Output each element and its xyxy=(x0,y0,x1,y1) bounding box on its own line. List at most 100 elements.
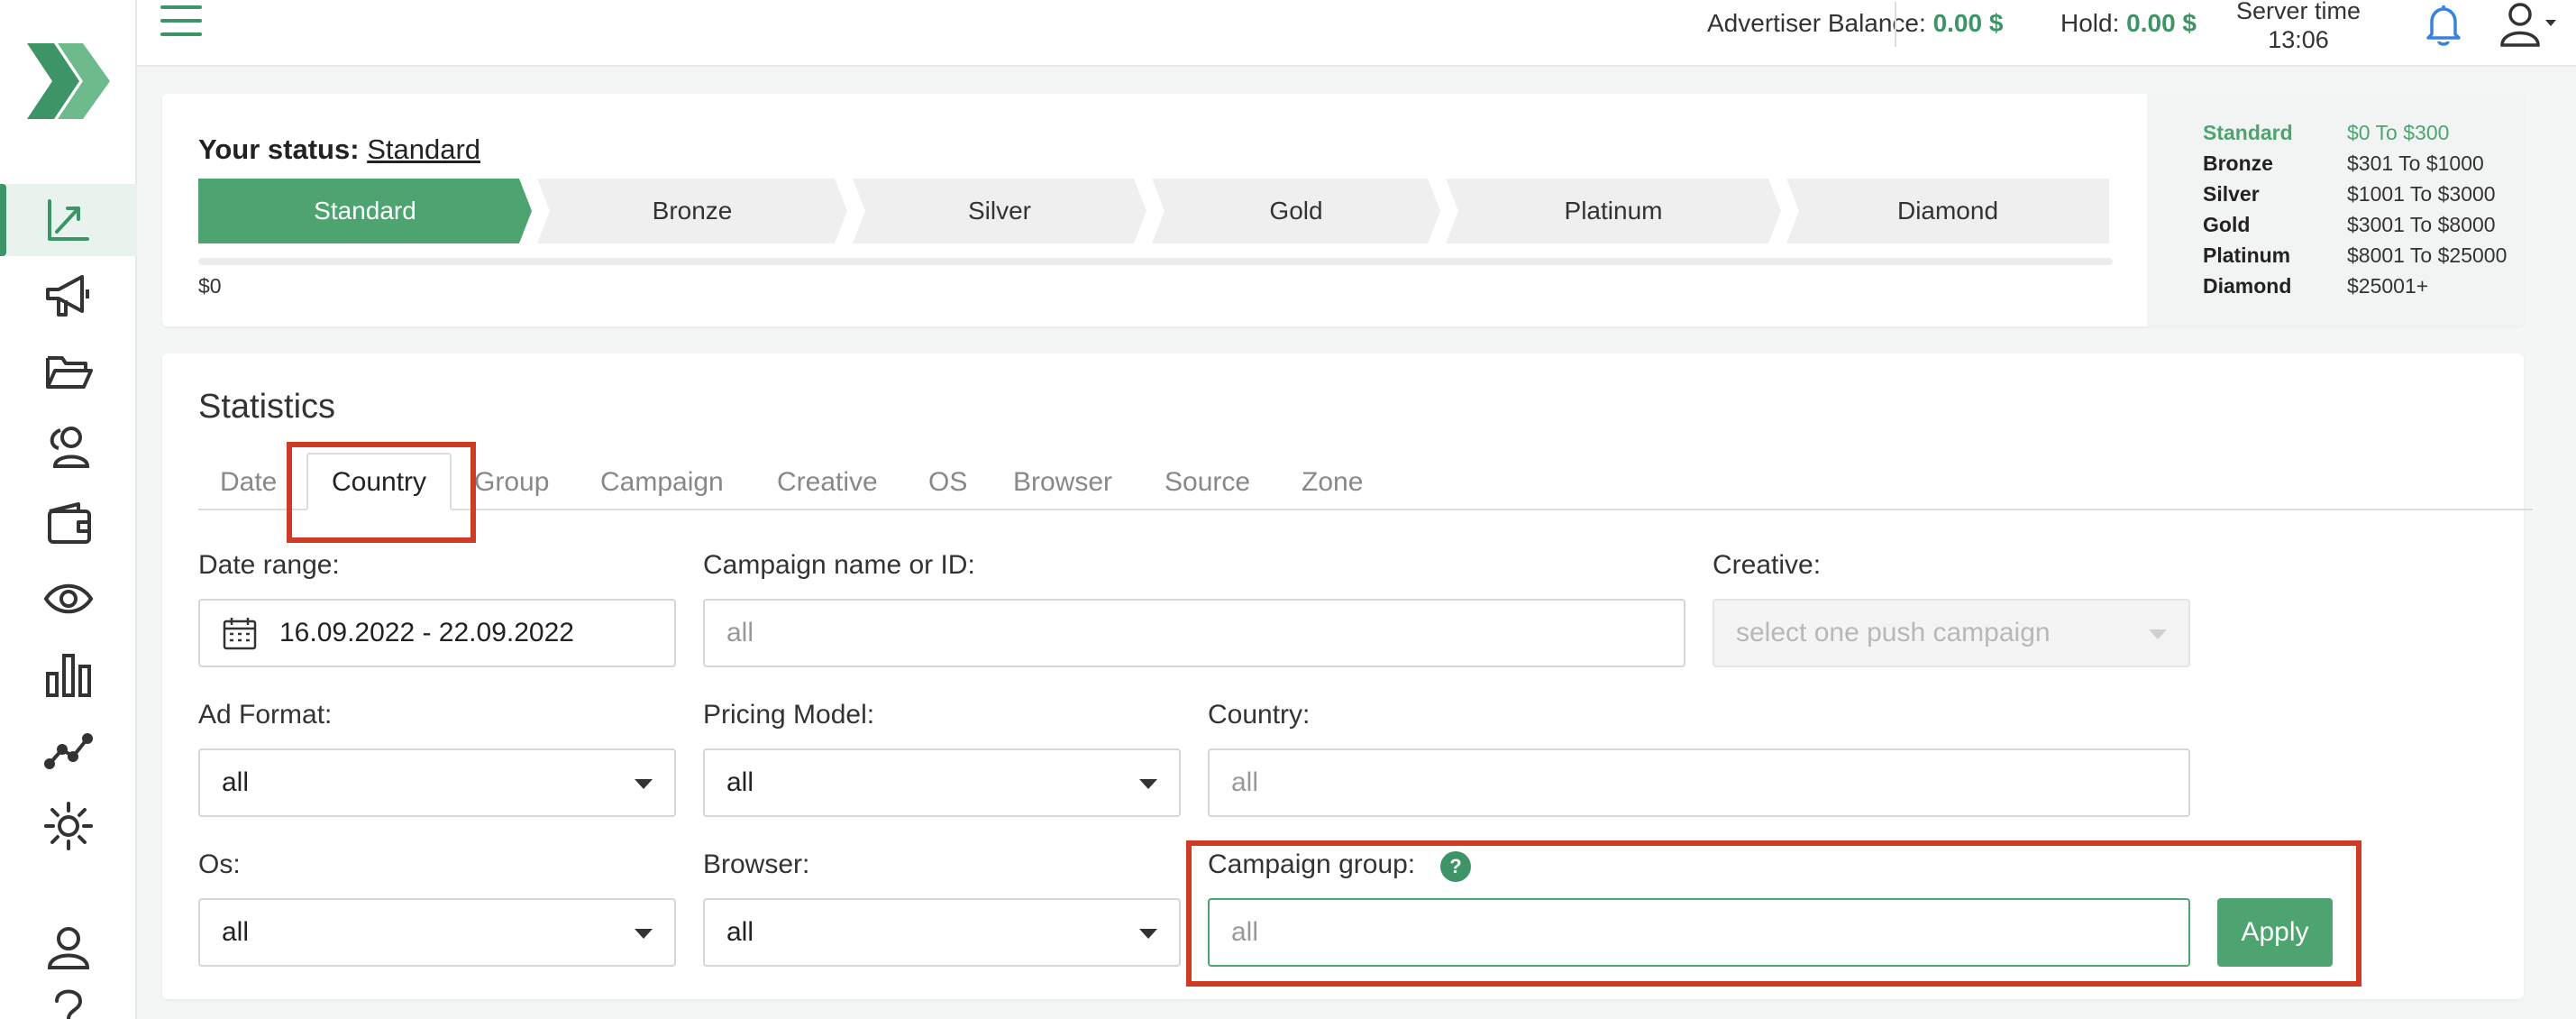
ad-format-select[interactable]: all xyxy=(198,748,676,817)
campaign-name-placeholder: all xyxy=(726,618,754,647)
tier-range: $1001 To $3000 xyxy=(2347,182,2496,206)
progress-min-label: $0 xyxy=(198,274,222,298)
audience-icon xyxy=(50,427,90,468)
campaign-group-input[interactable]: all xyxy=(1208,898,2190,967)
creative-select[interactable]: select one push campaign xyxy=(1713,599,2190,667)
campaign-name-input[interactable]: all xyxy=(703,599,1685,667)
server-time-value: 13:06 xyxy=(2268,26,2329,53)
os-label: Os: xyxy=(198,849,241,879)
tab-browser[interactable]: Browser xyxy=(1013,467,1112,498)
tab-creative[interactable]: Creative xyxy=(777,467,878,498)
status-step-standard: Standard xyxy=(198,179,532,243)
sidebar-item-audiences[interactable] xyxy=(0,411,137,483)
help-icon xyxy=(55,989,83,1019)
top-bar xyxy=(137,0,2576,67)
server-time: Server time 13:06 xyxy=(2235,0,2361,54)
status-label: Your status: Standard xyxy=(198,133,480,166)
browser-value: all xyxy=(726,917,754,947)
statistics-card: Statistics Date Country Group Campaign C… xyxy=(162,353,2533,999)
advertiser-balance-label: Advertiser Balance: xyxy=(1707,9,1926,37)
logo-icon[interactable] xyxy=(27,43,110,119)
hold-balance: Hold: 0.00 $ xyxy=(2060,9,2197,38)
pricing-model-label: Pricing Model: xyxy=(703,700,875,730)
tier-name: Standard xyxy=(2203,121,2293,144)
current-status-link[interactable]: Standard xyxy=(367,133,480,165)
tier-row-diamond: Diamond $25001+ xyxy=(2203,271,2524,301)
country-input[interactable]: all xyxy=(1208,748,2190,817)
date-range-input[interactable]: 16.09.2022 - 22.09.2022 xyxy=(198,599,676,667)
line-graph-icon xyxy=(44,733,93,769)
hold-label: Hold: xyxy=(2060,9,2120,37)
dashboard-chart-icon xyxy=(48,199,89,241)
tier-name: Platinum xyxy=(2203,243,2291,267)
sidebar-item-dashboard[interactable] xyxy=(0,184,137,256)
country-placeholder: all xyxy=(1231,767,1259,797)
chevron-down-icon xyxy=(2149,629,2167,639)
sidebar-item-creatives[interactable] xyxy=(0,335,137,408)
date-range-label: Date range: xyxy=(198,550,340,580)
sidebar-item-statistics[interactable] xyxy=(0,638,137,711)
user-icon xyxy=(47,927,90,969)
tab-country[interactable]: Country xyxy=(306,453,452,510)
pricing-model-select[interactable]: all xyxy=(703,748,1181,817)
menu-toggle-icon[interactable] xyxy=(160,5,202,41)
sidebar-item-analytics[interactable] xyxy=(0,714,137,786)
status-step-silver: Silver xyxy=(853,179,1146,243)
tab-group[interactable]: Group xyxy=(474,467,549,498)
tier-name: Diamond xyxy=(2203,274,2292,298)
creative-label: Creative: xyxy=(1713,550,1822,580)
sidebar-item-preview[interactable] xyxy=(0,563,137,635)
status-step-diamond: Diamond xyxy=(1786,179,2109,243)
pricing-model-value: all xyxy=(726,767,754,797)
tier-row-silver: Silver $1001 To $3000 xyxy=(2203,179,2524,209)
tier-range: $0 To $300 xyxy=(2347,121,2450,144)
eye-icon xyxy=(43,583,94,614)
statistics-tabs: Date Country Group Campaign Creative OS … xyxy=(198,453,2533,510)
tab-os[interactable]: OS xyxy=(928,467,967,498)
tier-range: $301 To $1000 xyxy=(2347,151,2484,175)
ad-format-label: Ad Format: xyxy=(198,700,333,730)
apply-button[interactable]: Apply xyxy=(2217,898,2333,967)
campaign-name-label: Campaign name or ID: xyxy=(703,550,975,580)
bar-chart-icon xyxy=(46,654,91,697)
hold-value: 0.00 $ xyxy=(2126,9,2197,37)
megaphone-icon xyxy=(46,275,89,317)
wallet-icon xyxy=(48,502,91,544)
sidebar-item-finance[interactable] xyxy=(0,487,137,559)
sidebar-item-help[interactable] xyxy=(0,983,137,1019)
tier-range: $25001+ xyxy=(2347,274,2429,298)
chevron-down-icon xyxy=(635,929,653,939)
sidebar-item-campaigns[interactable] xyxy=(0,260,137,332)
tab-campaign[interactable]: Campaign xyxy=(600,467,724,498)
tab-date[interactable]: Date xyxy=(220,467,277,498)
creative-placeholder: select one push campaign xyxy=(1736,618,2051,647)
sidebar-item-profile[interactable] xyxy=(0,911,137,983)
os-select[interactable]: all xyxy=(198,898,676,967)
tier-name: Gold xyxy=(2203,213,2251,236)
chevron-down-icon xyxy=(1139,779,1157,789)
tier-name: Silver xyxy=(2203,182,2260,206)
tab-zone[interactable]: Zone xyxy=(1302,467,1363,498)
status-step-gold: Gold xyxy=(1152,179,1440,243)
tab-source[interactable]: Source xyxy=(1165,467,1250,498)
os-value: all xyxy=(222,917,250,947)
browser-select[interactable]: all xyxy=(703,898,1181,967)
campaign-group-label: Campaign group: xyxy=(1208,849,1416,879)
browser-label: Browser: xyxy=(703,849,810,879)
date-range-value: 16.09.2022 - 22.09.2022 xyxy=(279,618,574,647)
notifications-bell-icon[interactable] xyxy=(2425,2,2462,47)
calendar-icon xyxy=(223,618,257,650)
sidebar xyxy=(0,0,137,1019)
tier-name: Bronze xyxy=(2203,151,2273,175)
tier-row-platinum: Platinum $8001 To $25000 xyxy=(2203,240,2524,271)
tier-range: $8001 To $25000 xyxy=(2347,243,2507,267)
help-icon[interactable]: ? xyxy=(1440,851,1471,882)
header-divider xyxy=(1895,2,1896,47)
sidebar-item-theme[interactable] xyxy=(0,790,137,862)
campaign-group-placeholder: all xyxy=(1231,917,1259,947)
user-menu-icon[interactable] xyxy=(2497,0,2560,49)
tier-range: $3001 To $8000 xyxy=(2347,213,2496,236)
chevron-down-icon xyxy=(1139,929,1157,939)
tier-row-gold: Gold $3001 To $8000 xyxy=(2203,209,2524,240)
advertiser-balance-value: 0.00 $ xyxy=(1932,9,2004,37)
